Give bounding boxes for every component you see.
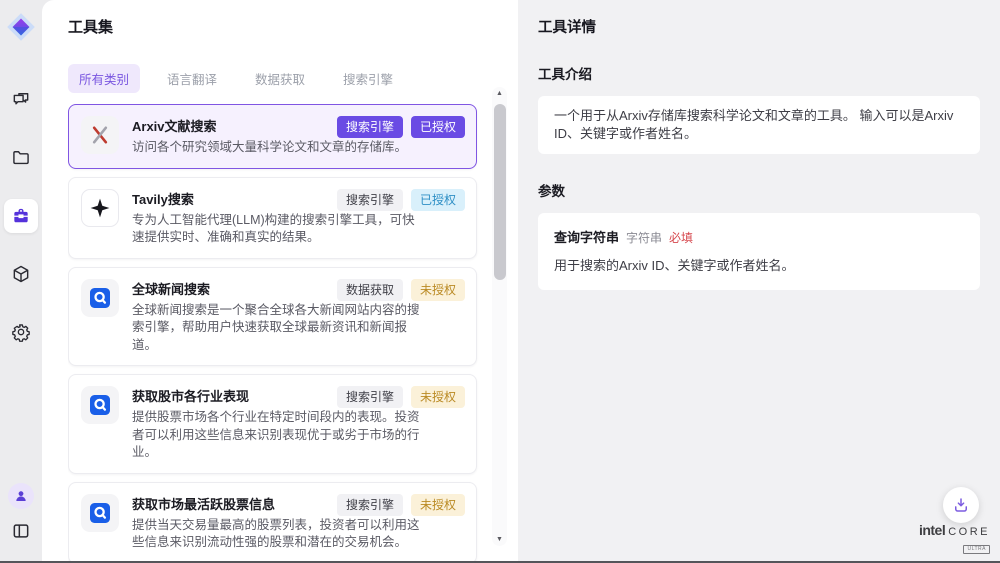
auth-status-badge: 未授权 bbox=[411, 386, 465, 408]
rail-item-cube-icon[interactable] bbox=[4, 257, 38, 291]
cube-icon bbox=[11, 264, 31, 284]
category-badge: 搜索引擎 bbox=[337, 494, 403, 516]
category-badge: 数据获取 bbox=[337, 279, 403, 301]
ultra-badge: ULTRA bbox=[963, 545, 990, 554]
intel-brand-text: intel bbox=[919, 523, 945, 537]
tool-card[interactable]: Tavily搜索 专为人工智能代理(LLM)构建的搜索引擎工具，可快速提供实时、… bbox=[68, 177, 477, 259]
page-title: 工具集 bbox=[68, 16, 518, 37]
param-type: 字符串 bbox=[626, 229, 662, 246]
tool-card[interactable]: 获取股市各行业表现 提供股票市场各个行业在特定时间段内的表现。投资者可以利用这些… bbox=[68, 374, 477, 474]
auth-status-badge: 已授权 bbox=[411, 116, 465, 138]
category-tabs: 所有类别语言翻译数据获取搜索引擎 bbox=[68, 64, 518, 93]
intro-heading: 工具介绍 bbox=[538, 63, 980, 83]
scrollbar-thumb[interactable] bbox=[494, 104, 506, 280]
globalnews-logo-icon bbox=[81, 494, 119, 532]
params-heading: 参数 bbox=[538, 180, 980, 200]
download-button[interactable] bbox=[943, 487, 979, 523]
category-badge: 搜索引擎 bbox=[337, 116, 403, 138]
intro-text: 一个用于从Arxiv存储库搜索科学论文和文章的工具。 输入可以是Arxiv ID… bbox=[554, 107, 964, 143]
rail-item-chat-icon[interactable] bbox=[4, 83, 38, 117]
sidebar-collapse-icon[interactable] bbox=[9, 519, 33, 543]
rail-item-toolbox-icon[interactable] bbox=[4, 199, 38, 233]
category-tab[interactable]: 数据获取 bbox=[244, 64, 316, 93]
param-required-badge: 必填 bbox=[669, 229, 693, 246]
folder-icon bbox=[11, 148, 31, 168]
tool-card[interactable]: Arxiv文献搜索 访问各个研究领域大量科学论文和文章的存储库。 搜索引擎 已授… bbox=[68, 104, 477, 169]
left-rail bbox=[0, 0, 42, 561]
app-logo-icon bbox=[5, 11, 37, 43]
arxiv-logo-icon bbox=[81, 116, 119, 154]
category-badge: 搜索引擎 bbox=[337, 386, 403, 408]
category-tab[interactable]: 搜索引擎 bbox=[332, 64, 404, 93]
auth-status-badge: 已授权 bbox=[411, 189, 465, 211]
tavily-star-icon bbox=[81, 189, 119, 227]
category-badge: 搜索引擎 bbox=[337, 189, 403, 211]
gear-icon bbox=[11, 322, 31, 342]
param-name: 查询字符串 bbox=[554, 227, 619, 246]
core-brand-text: CORE bbox=[948, 527, 990, 538]
param-description: 用于搜索的Arxiv ID、关键字或作者姓名。 bbox=[554, 255, 964, 274]
scroll-up-icon[interactable]: ▲ bbox=[492, 90, 507, 97]
rail-nav bbox=[4, 83, 38, 349]
globalnews-logo-icon bbox=[81, 279, 119, 317]
globalnews-logo-icon bbox=[81, 386, 119, 424]
scroll-down-icon[interactable]: ▼ bbox=[492, 536, 507, 543]
rail-item-gear-icon[interactable] bbox=[4, 315, 38, 349]
intel-core-logo: intel CORE ULTRA bbox=[919, 523, 990, 554]
toolbox-icon bbox=[11, 206, 31, 226]
app-window: 工具集 所有类别语言翻译数据获取搜索引擎 Arxiv文献搜索 访问各个研究领域大… bbox=[0, 0, 1000, 561]
tool-description: 提供股票市场各个行业在特定时间段内的表现。投资者可以利用这些信息来识别表现优于或… bbox=[132, 409, 426, 462]
rail-item-folder-icon[interactable] bbox=[4, 141, 38, 175]
intro-card: 一个用于从Arxiv存储库搜索科学论文和文章的工具。 输入可以是Arxiv ID… bbox=[538, 96, 980, 154]
chat-icon bbox=[11, 90, 31, 110]
tool-card[interactable]: 全球新闻搜索 全球新闻搜索是一个聚合全球各大新闻网站内容的搜索引擎，帮助用户快速… bbox=[68, 267, 477, 367]
category-tab[interactable]: 语言翻译 bbox=[156, 64, 228, 93]
param-card: 查询字符串 字符串 必填 用于搜索的Arxiv ID、关键字或作者姓名。 bbox=[538, 213, 980, 290]
tool-description: 全球新闻搜索是一个聚合全球各大新闻网站内容的搜索引擎，帮助用户快速获取全球最新资… bbox=[132, 302, 426, 355]
tool-list: Arxiv文献搜索 访问各个研究领域大量科学论文和文章的存储库。 搜索引擎 已授… bbox=[68, 104, 480, 561]
tool-description: 提供当天交易量最高的股票列表，投资者可以利用这些信息来识别流动性强的股票和潜在的… bbox=[132, 517, 426, 552]
detail-title: 工具详情 bbox=[538, 16, 980, 37]
category-tab[interactable]: 所有类别 bbox=[68, 64, 140, 93]
tool-description: 专为人工智能代理(LLM)构建的搜索引擎工具，可快速提供实时、准确和真实的结果。 bbox=[132, 212, 426, 247]
tool-card[interactable]: 获取市场最活跃股票信息 提供当天交易量最高的股票列表，投资者可以利用这些信息来识… bbox=[68, 482, 477, 562]
tool-description: 访问各个研究领域大量科学论文和文章的存储库。 bbox=[132, 139, 426, 157]
tool-detail-panel: 工具详情 工具介绍 一个用于从Arxiv存储库搜索科学论文和文章的工具。 输入可… bbox=[518, 0, 1000, 561]
auth-status-badge: 未授权 bbox=[411, 494, 465, 516]
auth-status-badge: 未授权 bbox=[411, 279, 465, 301]
scrollbar-track[interactable]: ▲ ▼ bbox=[492, 87, 507, 546]
user-avatar-icon[interactable] bbox=[8, 483, 34, 509]
tools-panel: 工具集 所有类别语言翻译数据获取搜索引擎 Arxiv文献搜索 访问各个研究领域大… bbox=[42, 0, 518, 561]
